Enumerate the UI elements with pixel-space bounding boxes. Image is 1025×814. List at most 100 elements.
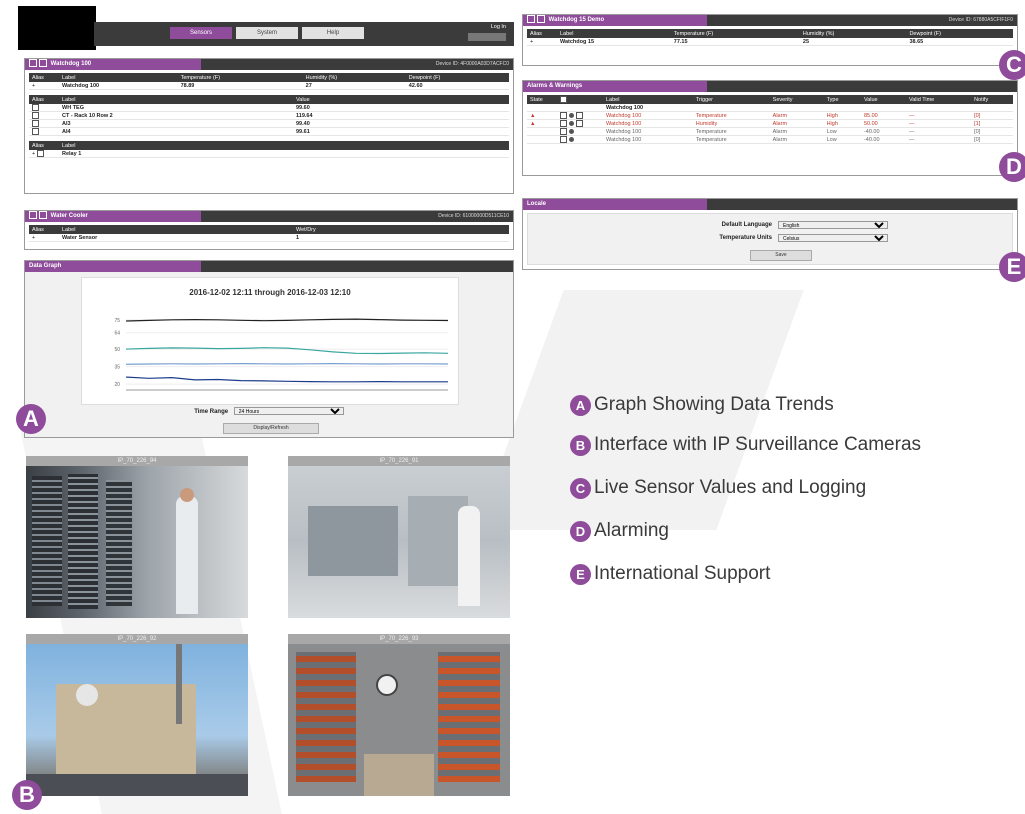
camera-label: IP_70_226_93 <box>288 634 510 644</box>
gear-icon[interactable] <box>569 129 574 134</box>
alias-cell[interactable]: + <box>527 38 557 46</box>
table-row[interactable]: + Relay 1 <box>29 150 509 158</box>
col-header: Alias <box>29 95 59 104</box>
device-id: Device ID: 67880A5CFIF1F0 <box>948 17 1013 23</box>
checkbox[interactable] <box>32 128 39 135</box>
table-row[interactable]: Watchdog 100 Temperature Alarm Low -40.0… <box>527 135 1013 144</box>
camera-feed[interactable]: IP_70_226_94 <box>26 456 248 618</box>
tab-sensors[interactable]: Sensors <box>170 27 232 39</box>
device-id: Device ID: 4F0000A03D7ACFC0 <box>435 61 509 67</box>
checkbox[interactable] <box>575 120 583 127</box>
expand-icon[interactable] <box>39 59 47 68</box>
checkbox[interactable] <box>560 128 567 135</box>
notify-cell: [0] <box>971 111 1013 120</box>
col-header: Label <box>59 225 293 234</box>
value-cell: 1 <box>293 234 509 242</box>
tab-system[interactable]: System <box>236 27 298 39</box>
checkbox[interactable] <box>560 120 567 127</box>
tab-help[interactable]: Help <box>302 27 364 39</box>
label-cell: Watchdog 100 <box>603 135 693 144</box>
legend-text: Graph Showing Data Trends <box>594 394 834 415</box>
callout-d: D <box>999 152 1025 182</box>
col-header: Label <box>59 73 178 82</box>
legend-item: A Graph Showing Data Trends <box>570 392 834 418</box>
legend-item: B Interface with IP Surveillance Cameras <box>570 432 921 458</box>
table-row[interactable]: AI3 99.40 <box>29 119 509 128</box>
y-tick-label: 20 <box>114 382 120 388</box>
display-refresh-button[interactable]: Display/Refresh <box>223 423 319 434</box>
checkbox[interactable] <box>32 112 39 119</box>
panel-header: Locale <box>523 199 1017 210</box>
checkbox[interactable] <box>32 120 39 127</box>
panel-tab: Locale <box>523 199 707 210</box>
collapse-icon[interactable] <box>29 211 37 220</box>
col-header: Label <box>603 95 693 104</box>
trigger-cell: Temperature <box>692 127 770 136</box>
collapse-icon[interactable] <box>527 15 535 24</box>
value-cell: -40.00 <box>860 127 906 136</box>
severity-cell: Alarm <box>769 135 824 144</box>
notify-cell: [1] <box>971 119 1013 128</box>
gear-icon[interactable] <box>569 121 574 126</box>
type-cell: Low <box>823 127 861 136</box>
col-header: Temperature (F) <box>177 73 303 82</box>
series-line-4 <box>125 376 448 383</box>
expand-icon[interactable] <box>39 211 47 220</box>
alias-cell[interactable]: + <box>29 82 59 90</box>
checkbox[interactable] <box>560 112 567 119</box>
table-row[interactable]: WH TEG 99.60 <box>29 104 509 112</box>
camera-image <box>288 466 510 618</box>
label-cell: Watchdog 100 <box>603 127 693 136</box>
save-button[interactable]: Save <box>750 250 812 261</box>
alarm-state-icon <box>527 127 557 136</box>
label-cell: AI4 <box>59 127 293 136</box>
time-range-select[interactable]: 24 Hours <box>233 407 344 415</box>
callout-c: C <box>999 50 1025 80</box>
camera-image <box>26 466 248 618</box>
nav-icon-buttons[interactable] <box>468 33 506 41</box>
table-row[interactable]: + Water Sensor 1 <box>29 234 509 242</box>
label-cell: Watchdog 100 <box>59 82 178 90</box>
checkbox[interactable] <box>560 136 567 143</box>
humidity-cell: 27 <box>302 82 406 90</box>
checkbox[interactable] <box>575 112 583 119</box>
gear-icon[interactable] <box>569 113 574 118</box>
panel-title: Watchdog 15 Demo <box>548 17 605 23</box>
temperature-units-select[interactable]: Celsius <box>778 234 888 242</box>
legend-letter: D <box>570 520 591 542</box>
expand-icon[interactable] <box>537 15 545 24</box>
checkbox[interactable] <box>32 104 39 111</box>
analog-table: Alias Label Value WH TEG 99.60 CT - Rack … <box>29 95 509 136</box>
panel-title: Locale <box>527 201 547 207</box>
col-header: Dewpoint (F) <box>906 29 1013 38</box>
time-range-label: Time Range <box>194 409 229 415</box>
table-row[interactable]: CT - Rack 10 Row 2 119.64 <box>29 111 509 120</box>
table-row[interactable]: + Watchdog 15 77.15 25 38.65 <box>527 38 1013 46</box>
default-language-select[interactable]: English <box>778 221 888 229</box>
camera-feed[interactable]: IP_70_226_93 <box>288 634 510 796</box>
camera-feed[interactable]: IP_70_226_91 <box>288 456 510 618</box>
panel-header: Watchdog 15 Demo Device ID: 67880A5CFIF1… <box>523 15 1017 26</box>
table-row[interactable]: AI4 99.61 <box>29 127 509 136</box>
alias-cell[interactable]: + <box>29 150 59 158</box>
camera-feed[interactable]: IP_70_226_92 <box>26 634 248 796</box>
gear-icon[interactable] <box>569 137 574 142</box>
table-row[interactable]: + Watchdog 100 78.89 27 42.60 <box>29 82 509 90</box>
y-tick-label: 50 <box>114 347 120 353</box>
collapse-icon[interactable] <box>29 59 37 68</box>
checkbox[interactable] <box>36 150 44 157</box>
severity-cell: Alarm <box>769 119 824 128</box>
panel-header: Alarms & Warnings <box>523 81 1017 92</box>
alarm-state-icon: ▲ <box>527 111 557 120</box>
col-header: Label <box>59 95 293 104</box>
table-row[interactable]: ▲ Watchdog 100 Temperature Alarm High 85… <box>527 111 1013 120</box>
legend-letter: E <box>570 563 591 585</box>
select-all-checkbox[interactable] <box>560 96 567 103</box>
panel-tab: Alarms & Warnings <box>523 81 707 92</box>
table-row[interactable]: Watchdog 100 Temperature Alarm Low -40.0… <box>527 127 1013 136</box>
label-cell: Water Sensor <box>59 234 293 242</box>
table-row[interactable]: ▲ Watchdog 100 Humidity Alarm High 50.00… <box>527 119 1013 128</box>
alias-cell[interactable]: + <box>29 234 59 242</box>
camera-image <box>288 644 510 796</box>
login-link[interactable]: Log In <box>491 24 506 30</box>
